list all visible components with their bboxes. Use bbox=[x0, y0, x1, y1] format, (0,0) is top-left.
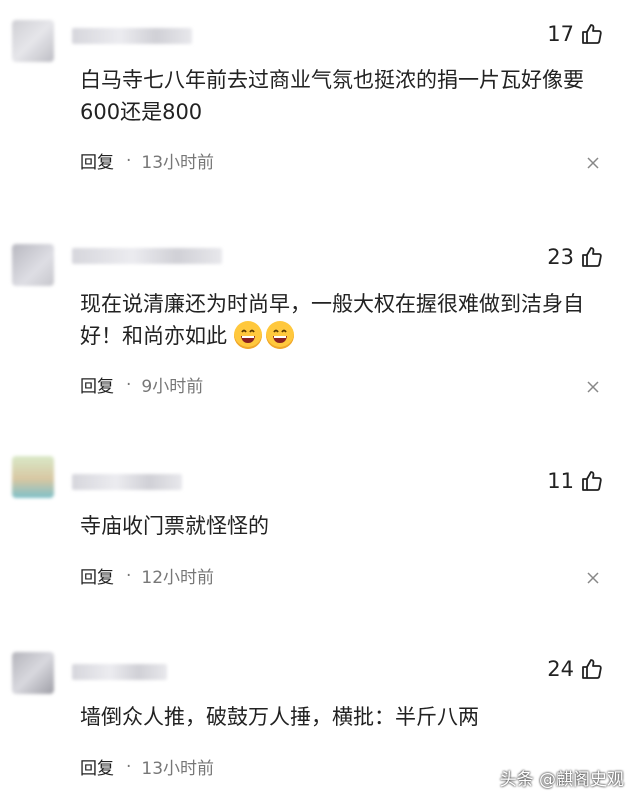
comment-text: 寺庙收门票就怪怪的 bbox=[80, 514, 269, 538]
comment-text: 现在说清廉还为时尚早，一般大权在握很难做到洁身自好！和尚亦如此 bbox=[80, 288, 610, 352]
timestamp: 13小时前 bbox=[141, 759, 215, 779]
like-count: 11 bbox=[547, 469, 574, 493]
avatar[interactable] bbox=[12, 652, 54, 694]
thumbs-up-icon bbox=[582, 247, 602, 267]
separator-dot: · bbox=[126, 150, 132, 171]
close-icon[interactable] bbox=[586, 571, 600, 585]
comment-meta: 回复 · 12小时前 bbox=[80, 563, 215, 589]
close-icon[interactable] bbox=[586, 156, 600, 170]
thumbs-up-icon bbox=[582, 659, 602, 679]
username-blurred[interactable] bbox=[72, 474, 182, 490]
separator-dot: · bbox=[126, 565, 132, 586]
comment-meta: 回复 · 9小时前 bbox=[80, 372, 204, 398]
comment-meta: 回复 · 13小时前 bbox=[80, 148, 215, 174]
like-button[interactable]: 23 bbox=[547, 245, 604, 269]
username-blurred[interactable] bbox=[72, 28, 192, 44]
thumbs-up-icon bbox=[582, 471, 602, 491]
grinning-face-icon bbox=[265, 321, 294, 349]
comment-text: 白马寺七八年前去过商业气氛也挺浓的捐一片瓦好像要600还是800 bbox=[80, 68, 584, 124]
like-count: 24 bbox=[547, 657, 574, 681]
like-button[interactable]: 17 bbox=[547, 22, 604, 46]
grinning-face-icon bbox=[233, 321, 262, 349]
timestamp: 13小时前 bbox=[141, 153, 215, 173]
comment-text-content: 现在说清廉还为时尚早，一般大权在握很难做到洁身自好！和尚亦如此 bbox=[80, 292, 584, 348]
reply-button[interactable]: 回复 bbox=[80, 372, 114, 397]
reply-button[interactable]: 回复 bbox=[80, 754, 114, 779]
avatar[interactable] bbox=[12, 20, 54, 62]
like-count: 23 bbox=[547, 245, 574, 269]
timestamp: 9小时前 bbox=[141, 377, 204, 397]
close-icon[interactable] bbox=[586, 380, 600, 394]
username-blurred[interactable] bbox=[72, 664, 167, 680]
comment-text: 墙倒众人推，破鼓万人捶，横批：半斤八两 bbox=[80, 705, 479, 729]
username-blurred[interactable] bbox=[72, 248, 222, 264]
avatar[interactable] bbox=[12, 244, 54, 286]
watermark: 头条 @麒阁史观 bbox=[499, 770, 624, 790]
avatar[interactable] bbox=[12, 456, 54, 498]
separator-dot: · bbox=[126, 374, 132, 395]
like-count: 17 bbox=[547, 22, 574, 46]
like-button[interactable]: 24 bbox=[547, 657, 604, 681]
comment-meta: 回复 · 13小时前 bbox=[80, 754, 215, 780]
reply-button[interactable]: 回复 bbox=[80, 148, 114, 173]
separator-dot: · bbox=[126, 756, 132, 777]
reply-button[interactable]: 回复 bbox=[80, 563, 114, 588]
thumbs-up-icon bbox=[582, 24, 602, 44]
timestamp: 12小时前 bbox=[141, 568, 215, 588]
like-button[interactable]: 11 bbox=[547, 469, 604, 493]
